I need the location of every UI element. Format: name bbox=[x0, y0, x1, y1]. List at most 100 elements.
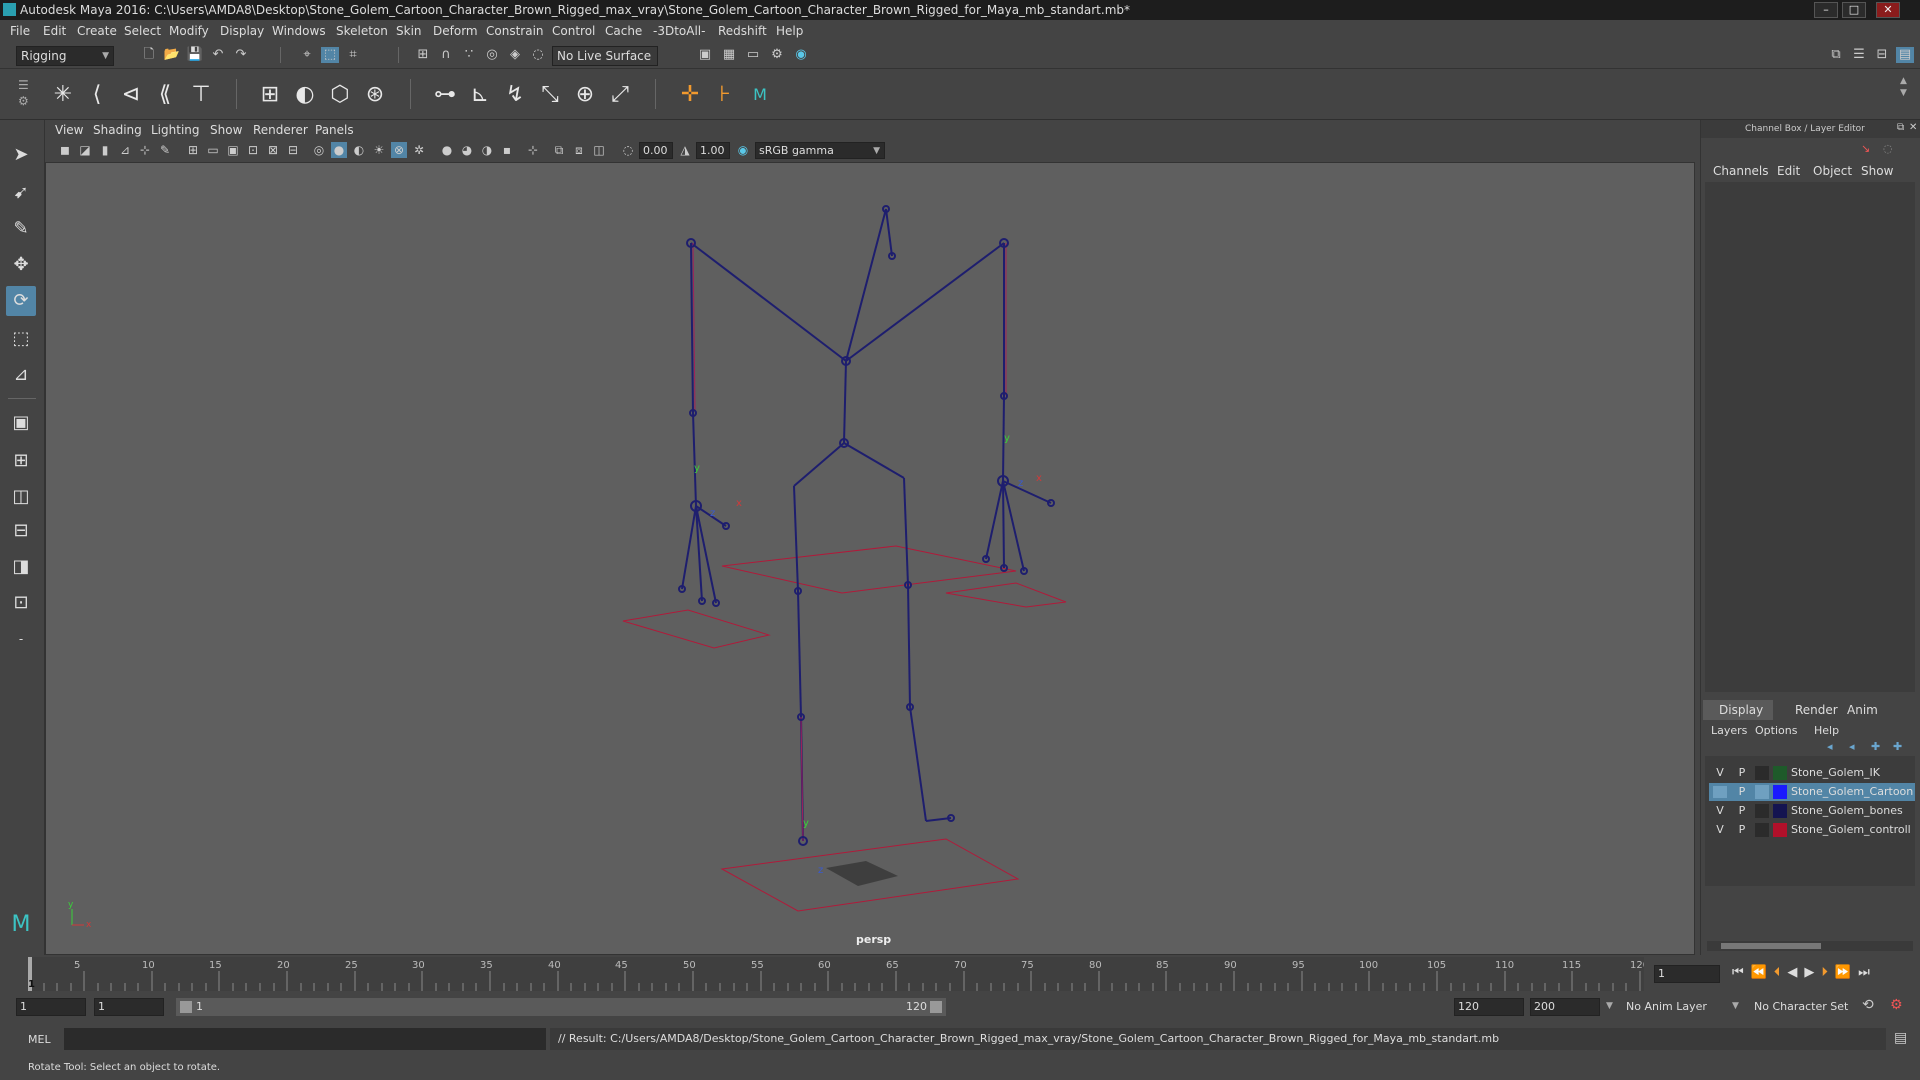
menu-display[interactable]: Display bbox=[220, 24, 264, 38]
play-backward-icon[interactable]: ◀ bbox=[1787, 965, 1804, 980]
save-scene-icon[interactable]: 💾 bbox=[186, 47, 204, 63]
layer-row-ik[interactable]: V P Stone_Golem_IK bbox=[1709, 764, 1915, 782]
viewport-persp[interactable]: y y y z z z x x y x persp bbox=[45, 120, 1695, 955]
safe-action-icon[interactable]: ⊟ bbox=[285, 142, 301, 158]
menu-skeleton[interactable]: Skeleton bbox=[336, 24, 388, 38]
new-layer-icon[interactable]: ✚ bbox=[1871, 740, 1880, 753]
range-slider[interactable]: 1 120 bbox=[176, 998, 946, 1016]
menu-windows[interactable]: Windows bbox=[272, 24, 326, 38]
snap-grid-icon[interactable]: ⊞ bbox=[414, 47, 432, 63]
playback-end-field[interactable]: 120 bbox=[1454, 998, 1524, 1016]
layer-type-toggle[interactable] bbox=[1755, 766, 1769, 780]
joint-tool-icon[interactable]: ✳ bbox=[48, 81, 78, 109]
step-back-frame-icon[interactable]: ⏴ bbox=[1774, 965, 1788, 980]
camera-attr-icon[interactable]: ◪ bbox=[77, 142, 93, 158]
select-hierarchy-icon[interactable]: ⌖ bbox=[298, 47, 316, 63]
paint-weights-icon[interactable]: ◐ bbox=[290, 81, 320, 109]
viewport-canvas[interactable]: y y y z z z x x y x bbox=[46, 121, 1694, 954]
menu-redshift[interactable]: Redshift bbox=[718, 24, 767, 38]
layer-visible-toggle[interactable] bbox=[1713, 786, 1727, 798]
layer-color-swatch[interactable] bbox=[1773, 823, 1787, 837]
vp-menu-shading[interactable]: Shading bbox=[93, 123, 142, 137]
parent-constraint-icon[interactable]: ⊕ bbox=[570, 81, 600, 109]
anim-layer-dropdown[interactable]: No Anim Layer bbox=[1626, 1000, 1707, 1013]
select-object-icon[interactable]: ⬚ bbox=[321, 47, 339, 63]
field-chart-icon[interactable]: ⊠ bbox=[265, 142, 281, 158]
vp-menu-view[interactable]: View bbox=[55, 123, 83, 137]
backface-icon[interactable]: ◫ bbox=[591, 142, 607, 158]
exposure-field[interactable]: 0.00 bbox=[639, 142, 673, 159]
script-editor-icon[interactable]: ▤ bbox=[1894, 1030, 1907, 1046]
menu-control[interactable]: Control bbox=[552, 24, 595, 38]
anim-end-field[interactable]: 200 bbox=[1530, 998, 1600, 1016]
bookmark-icon[interactable]: ▮ bbox=[97, 142, 113, 158]
menu-create[interactable]: Create bbox=[77, 24, 117, 38]
go-to-end-icon[interactable]: ⏭ bbox=[1858, 965, 1877, 980]
select-component-icon[interactable]: ⌗ bbox=[344, 47, 362, 63]
last-tool-icon[interactable]: ⊿ bbox=[6, 360, 36, 390]
depth-of-field-icon[interactable]: ▪ bbox=[499, 142, 515, 158]
preferences-icon[interactable]: ⚙ bbox=[1890, 997, 1903, 1013]
play-icon[interactable]: ▶ bbox=[1804, 965, 1821, 980]
le-menu-layers[interactable]: Layers bbox=[1711, 724, 1747, 737]
orient-joint-icon[interactable]: ⟪ bbox=[150, 81, 180, 109]
film-gate-icon[interactable]: ▭ bbox=[205, 142, 221, 158]
exposure-icon[interactable]: ◌ bbox=[620, 142, 636, 158]
layer-playback-toggle[interactable]: P bbox=[1735, 785, 1749, 798]
locator-icon[interactable]: ✛ bbox=[675, 81, 705, 109]
render-settings-icon[interactable]: ⚙ bbox=[768, 47, 786, 63]
mel-label[interactable]: MEL bbox=[28, 1033, 51, 1046]
xray-joints-icon[interactable]: ⧉ bbox=[551, 142, 567, 158]
layer-type-toggle[interactable] bbox=[1755, 804, 1769, 818]
snap-view-icon[interactable]: ◎ bbox=[483, 47, 501, 63]
close-icon[interactable]: ✕ bbox=[1909, 122, 1917, 133]
quick-rig-icon[interactable]: ⊦ bbox=[710, 81, 740, 109]
gate-mask-icon[interactable]: ⊡ bbox=[245, 142, 261, 158]
smooth-shade-icon[interactable]: ● bbox=[331, 142, 347, 158]
outliner-layout-icon[interactable]: ⊡ bbox=[6, 588, 36, 618]
layer-playback-toggle[interactable]: P bbox=[1735, 823, 1749, 836]
grid-icon[interactable]: ⊞ bbox=[185, 142, 201, 158]
menu-edit[interactable]: Edit bbox=[43, 24, 66, 38]
channel-list[interactable] bbox=[1705, 182, 1915, 692]
range-end-handle[interactable] bbox=[930, 1001, 942, 1013]
panel-options-icon[interactable]: ◌ bbox=[1883, 142, 1893, 155]
render-frame-icon[interactable]: ▦ bbox=[720, 47, 738, 63]
maximize-button[interactable]: □ bbox=[1842, 2, 1866, 18]
layer-type-toggle[interactable] bbox=[1755, 823, 1769, 837]
menu-skin[interactable]: Skin bbox=[396, 24, 422, 38]
textured-icon[interactable]: ◐ bbox=[351, 142, 367, 158]
xray-icon[interactable]: ⊗ bbox=[391, 142, 407, 158]
cb-menu-object[interactable]: Object bbox=[1813, 164, 1852, 178]
ipr-render-icon[interactable]: ▭ bbox=[744, 47, 762, 63]
more-layouts-icon[interactable]: - bbox=[6, 624, 36, 654]
shelf-menu-icon[interactable]: ☰ ⚙ bbox=[18, 77, 32, 111]
attribute-editor-icon[interactable]: ☰ bbox=[1850, 47, 1868, 63]
le-menu-options[interactable]: Options bbox=[1755, 724, 1797, 737]
le-menu-help[interactable]: Help bbox=[1814, 724, 1839, 737]
tab-display[interactable]: Display bbox=[1703, 700, 1773, 720]
snap-curve-icon[interactable]: ∩ bbox=[437, 47, 455, 63]
step-forward-key-icon[interactable]: ⏩ bbox=[1835, 965, 1858, 980]
persp-outliner-icon[interactable]: ◨ bbox=[6, 552, 36, 582]
cb-menu-show[interactable]: Show bbox=[1861, 164, 1893, 178]
move-layer-up-icon[interactable]: ◂ bbox=[1827, 740, 1833, 753]
new-layer-selected-icon[interactable]: ✚ bbox=[1893, 740, 1902, 753]
layer-row-controll[interactable]: V P Stone_Golem_controll bbox=[1709, 821, 1915, 839]
range-start-handle[interactable] bbox=[180, 1001, 192, 1013]
antialias-icon[interactable]: ◑ bbox=[479, 142, 495, 158]
snap-point-icon[interactable]: ∵ bbox=[460, 47, 478, 63]
wireframe-icon[interactable]: ◎ bbox=[311, 142, 327, 158]
layer-row-bones[interactable]: V P Stone_Golem_bones bbox=[1709, 802, 1915, 820]
layer-playback-toggle[interactable]: P bbox=[1735, 804, 1749, 817]
chevron-down-icon[interactable]: ▼ bbox=[1606, 1001, 1613, 1011]
modeling-toolkit-icon[interactable]: ⧉ bbox=[1827, 47, 1845, 63]
chevron-down-icon[interactable]: ▼ bbox=[1732, 1001, 1739, 1011]
render-view-icon[interactable]: ▣ bbox=[696, 47, 714, 63]
menu-constrain[interactable]: Constrain bbox=[486, 24, 544, 38]
layer-visible-toggle[interactable]: V bbox=[1713, 804, 1727, 817]
orient-constraint-icon[interactable]: ↯ bbox=[500, 81, 530, 109]
float-icon[interactable]: ⧉ bbox=[1897, 122, 1904, 133]
layer-type-toggle[interactable] bbox=[1755, 785, 1769, 799]
tab-render[interactable]: Render bbox=[1795, 703, 1838, 717]
